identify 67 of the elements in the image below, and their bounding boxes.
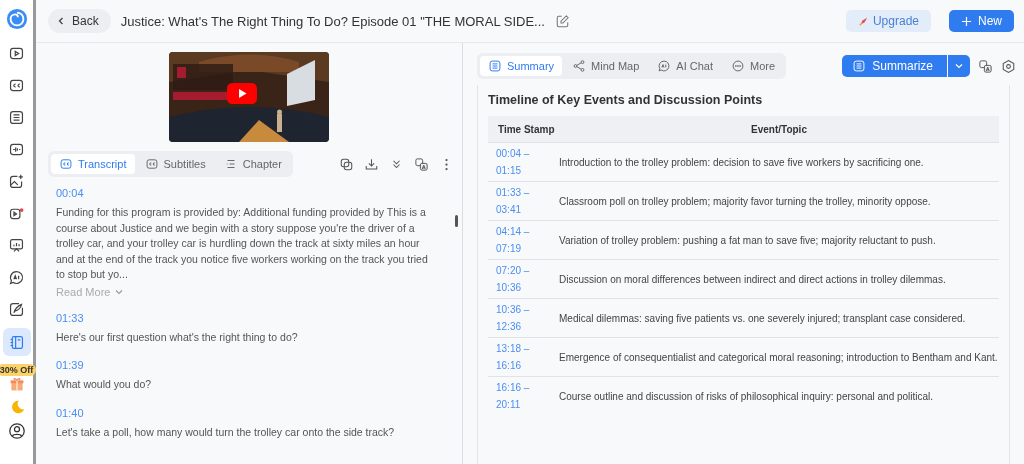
column-header: Time Stamp	[488, 116, 559, 143]
scrollbar-thumb[interactable]	[455, 215, 458, 227]
back-button[interactable]: Back	[48, 9, 111, 33]
user-icon[interactable]	[7, 422, 26, 440]
transcript-text: What would you do?	[56, 377, 153, 392]
timestamp-link[interactable]: 01:33	[56, 311, 432, 324]
time-range[interactable]: 10:36 – 12:36	[496, 301, 536, 335]
plus-icon	[961, 15, 972, 27]
table-cell: Introduction to the trolley problem: decision to save five workers by sacrificing one.	[559, 142, 999, 182]
table-cell: Medical dilemmas: saving five patients vs. one severely injured; transplant case considered.	[559, 298, 999, 338]
tab[interactable]: Transcript	[51, 154, 135, 174]
image-icon	[8, 172, 25, 190]
dropdown-button[interactable]	[948, 55, 970, 77]
cc-icon	[59, 157, 73, 171]
notebook-icon	[8, 333, 25, 351]
time-range[interactable]: 04:14 – 07:19	[496, 223, 536, 257]
timestamp-link[interactable]: 01:40	[56, 406, 432, 419]
time-range[interactable]: 01:33 – 03:41	[496, 184, 536, 218]
map-icon	[572, 59, 587, 73]
settings-icon[interactable]	[1001, 58, 1016, 74]
list-icon	[8, 108, 25, 126]
swirl-logo-icon	[5, 8, 28, 30]
timestamp-link[interactable]: 01:39	[56, 359, 432, 371]
timestamp-link[interactable]: 00:04	[56, 187, 432, 199]
copy-icon[interactable]	[339, 156, 354, 172]
time-range[interactable]: 07:20 – 10:36	[496, 262, 536, 296]
translate-icon[interactable]	[414, 156, 429, 172]
tab[interactable]: More	[723, 56, 784, 76]
cc-icon	[144, 157, 159, 171]
tab[interactable]: Chapter	[215, 154, 290, 174]
tab[interactable]: Mind Map	[564, 56, 648, 76]
pen-icon	[8, 300, 25, 318]
rocket-icon	[857, 15, 869, 27]
chevron-down-icon	[954, 61, 964, 71]
chart-icon	[8, 236, 25, 254]
download-icon[interactable]	[364, 156, 379, 172]
discount-badge[interactable]: 30% Off	[0, 364, 37, 376]
play-button-icon[interactable]	[227, 83, 257, 104]
page-title: Justice: What's The Right Thing To Do? Episode 01 "THE MORAL SIDE...	[120, 13, 545, 29]
ai-icon	[657, 59, 672, 73]
list-icon	[488, 59, 502, 73]
tab[interactable]: AI Chat	[649, 56, 722, 76]
transcript-text: Here's our first question what's the right thing to do?	[56, 329, 299, 345]
summary-heading: Timeline of Key Events and Discussion Points	[488, 93, 764, 107]
column-header: Event/Topic	[559, 116, 999, 143]
chevron-left-icon	[56, 16, 66, 26]
new-button[interactable]: New	[949, 10, 1014, 32]
time-range[interactable]: 13:18 – 16:16	[496, 340, 536, 374]
edit-icon[interactable]	[554, 13, 570, 29]
upgrade-button[interactable]: Upgrade	[845, 10, 931, 32]
table-cell: Variation of trolley problem: pushing a fat man to save five; majority reluctant to push.	[559, 220, 999, 260]
translate-icon[interactable]	[978, 58, 993, 74]
transcript-text: Funding for this program is provided by: Additional funding provided by This is a course about Justice and we begin with a story suppose you're the driver of a trolley car, and your trolley car is hurdling down the track at sixty miles an hour and at the end of the track you notice five workers working on the track you tried to stop but yo...	[56, 205, 429, 282]
tab[interactable]: Summary	[480, 56, 563, 76]
time-range[interactable]: 00:04 – 01:15	[496, 145, 536, 179]
table-cell: Discussion on moral differences between indirect and direct actions in trolley dilemmas.	[559, 259, 999, 299]
summarize-button[interactable]: Summarize	[842, 55, 947, 77]
ai-icon	[8, 268, 25, 286]
table-cell: Emergence of consequentialist and categorical moral reasoning; introduction to Bentham and Kant.	[559, 337, 999, 377]
more-icon	[731, 59, 746, 73]
time-range[interactable]: 16:16 – 20:11	[496, 379, 536, 413]
table-cell: Course outline and discussion of risks of philosophical inquiry: personal and political.	[559, 376, 999, 415]
transcript-text: Let's take a poll, how many would turn the trolley car onto the side track?	[56, 424, 396, 440]
list-icon	[852, 59, 867, 73]
tab[interactable]: Subtitles	[136, 154, 214, 174]
read-more-button[interactable]: Read More	[56, 285, 125, 298]
table-cell: Classroom poll on trolley problem; majority favor turning the trolley, minority oppose.	[559, 181, 999, 221]
